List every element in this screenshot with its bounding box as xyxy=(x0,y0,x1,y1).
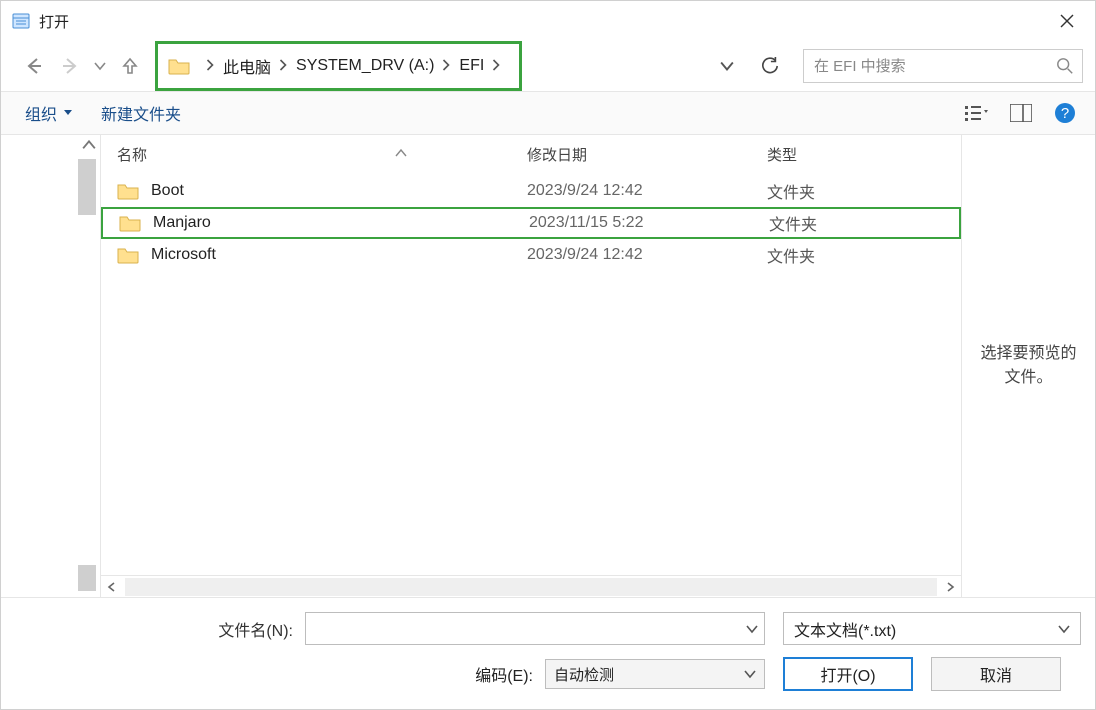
file-type: 文件夹 xyxy=(767,243,961,267)
chevron-down-icon xyxy=(63,108,73,118)
file-date: 2023/9/24 12:42 xyxy=(527,246,767,264)
column-date[interactable]: 修改日期 xyxy=(527,144,767,165)
chevron-right-icon xyxy=(279,59,288,74)
nav-row: 此电脑 SYSTEM_DRV (A:) EFI xyxy=(1,41,1095,91)
address-bar-tail[interactable] xyxy=(528,49,743,83)
crumb-folder[interactable]: EFI xyxy=(459,57,484,75)
tree-scrollbar-thumb[interactable] xyxy=(78,565,96,591)
nav-tree[interactable] xyxy=(1,135,101,597)
chevron-down-icon[interactable] xyxy=(746,623,758,635)
file-date: 2023/11/15 5:22 xyxy=(529,214,769,232)
file-date: 2023/9/24 12:42 xyxy=(527,182,767,200)
folder-icon xyxy=(168,57,190,75)
back-button[interactable] xyxy=(19,51,49,81)
up-button[interactable] xyxy=(115,51,145,81)
cancel-label: 取消 xyxy=(980,662,1012,686)
svg-text:?: ? xyxy=(1061,105,1069,122)
scroll-right-icon[interactable] xyxy=(939,576,961,598)
chevron-down-icon xyxy=(744,668,756,680)
chevron-right-icon xyxy=(206,59,215,74)
file-row[interactable]: Boot 2023/9/24 12:42文件夹 xyxy=(101,175,961,207)
file-type-filter[interactable]: 文本文档(*.txt) xyxy=(783,612,1081,645)
refresh-button[interactable] xyxy=(753,49,787,83)
new-folder-label: 新建文件夹 xyxy=(101,101,181,125)
cancel-button[interactable]: 取消 xyxy=(931,657,1061,691)
organize-button[interactable]: 组织 xyxy=(25,101,73,125)
breadcrumb[interactable]: 此电脑 SYSTEM_DRV (A:) EFI xyxy=(155,41,522,91)
encoding-select[interactable]: 自动检测 xyxy=(545,659,765,689)
forward-button[interactable] xyxy=(55,51,85,81)
search-box[interactable] xyxy=(803,49,1083,83)
file-type: 文件夹 xyxy=(767,179,961,203)
recent-dropdown[interactable] xyxy=(91,51,109,81)
window-title: 打开 xyxy=(39,11,1039,32)
horizontal-scrollbar[interactable] xyxy=(101,575,961,597)
preview-pane: 选择要预览的文件。 xyxy=(961,135,1095,597)
open-label: 打开(O) xyxy=(820,662,875,686)
scroll-track[interactable] xyxy=(125,578,937,596)
file-name: Microsoft xyxy=(151,246,216,264)
sort-indicator-icon xyxy=(395,148,407,160)
encoding-value: 自动检测 xyxy=(554,664,614,685)
file-type: 文件夹 xyxy=(769,211,959,235)
filter-label: 文本文档(*.txt) xyxy=(794,617,896,641)
search-input[interactable] xyxy=(812,57,1056,76)
preview-pane-button[interactable] xyxy=(1001,97,1041,129)
crumb-drive[interactable]: SYSTEM_DRV (A:) xyxy=(296,57,434,75)
scroll-left-icon[interactable] xyxy=(101,576,123,598)
file-list: 名称 修改日期 类型 Boot2023/9/24 12:42文件夹Manjaro… xyxy=(101,135,961,597)
toolbar: 组织 新建文件夹 ? xyxy=(1,91,1095,135)
chevron-down-icon xyxy=(720,59,734,73)
search-icon xyxy=(1056,57,1074,75)
filename-input[interactable] xyxy=(312,619,746,638)
titlebar: 打开 xyxy=(1,1,1095,41)
open-dialog: 打开 此电脑 SYSTEM_DRV xyxy=(0,0,1096,710)
help-button[interactable]: ? xyxy=(1045,97,1085,129)
filename-label: 文件名(N): xyxy=(15,617,305,641)
crumb-this-pc[interactable]: 此电脑 xyxy=(223,54,271,78)
folder-icon xyxy=(117,246,139,264)
chevron-up-icon[interactable] xyxy=(82,139,96,153)
column-headers: 名称 修改日期 类型 xyxy=(101,135,961,173)
list-body: Boot2023/9/24 12:42文件夹Manjaro2023/11/15 … xyxy=(101,173,961,575)
tree-scrollbar-thumb[interactable] xyxy=(78,159,96,215)
open-button[interactable]: 打开(O) xyxy=(783,657,913,691)
col-name-label: 名称 xyxy=(117,144,147,165)
app-icon xyxy=(11,11,31,31)
chevron-down-icon xyxy=(1058,623,1070,635)
organize-label: 组织 xyxy=(25,101,57,125)
bottom-panel: 文件名(N): 文本文档(*.txt) 编码(E): 自动检测 打开(O) 取消 xyxy=(1,597,1095,709)
preview-placeholder: 选择要预览的文件。 xyxy=(974,342,1083,390)
file-row[interactable]: Microsoft 2023/9/24 12:42文件夹 xyxy=(101,239,961,271)
column-name[interactable]: 名称 xyxy=(117,144,527,165)
encoding-label: 编码(E): xyxy=(15,662,545,686)
file-row[interactable]: Manjaro 2023/11/15 5:22文件夹 xyxy=(101,207,961,239)
file-name: Manjaro xyxy=(153,214,211,232)
file-name: Boot xyxy=(151,182,184,200)
column-type[interactable]: 类型 xyxy=(767,144,961,165)
chevron-right-icon xyxy=(492,59,501,74)
view-mode-button[interactable] xyxy=(957,97,997,129)
folder-icon xyxy=(119,214,141,232)
main-area: 名称 修改日期 类型 Boot2023/9/24 12:42文件夹Manjaro… xyxy=(1,135,1095,597)
filename-field[interactable] xyxy=(305,612,765,645)
folder-icon xyxy=(117,182,139,200)
chevron-right-icon xyxy=(442,59,451,74)
new-folder-button[interactable]: 新建文件夹 xyxy=(101,101,181,125)
close-button[interactable] xyxy=(1039,1,1095,41)
